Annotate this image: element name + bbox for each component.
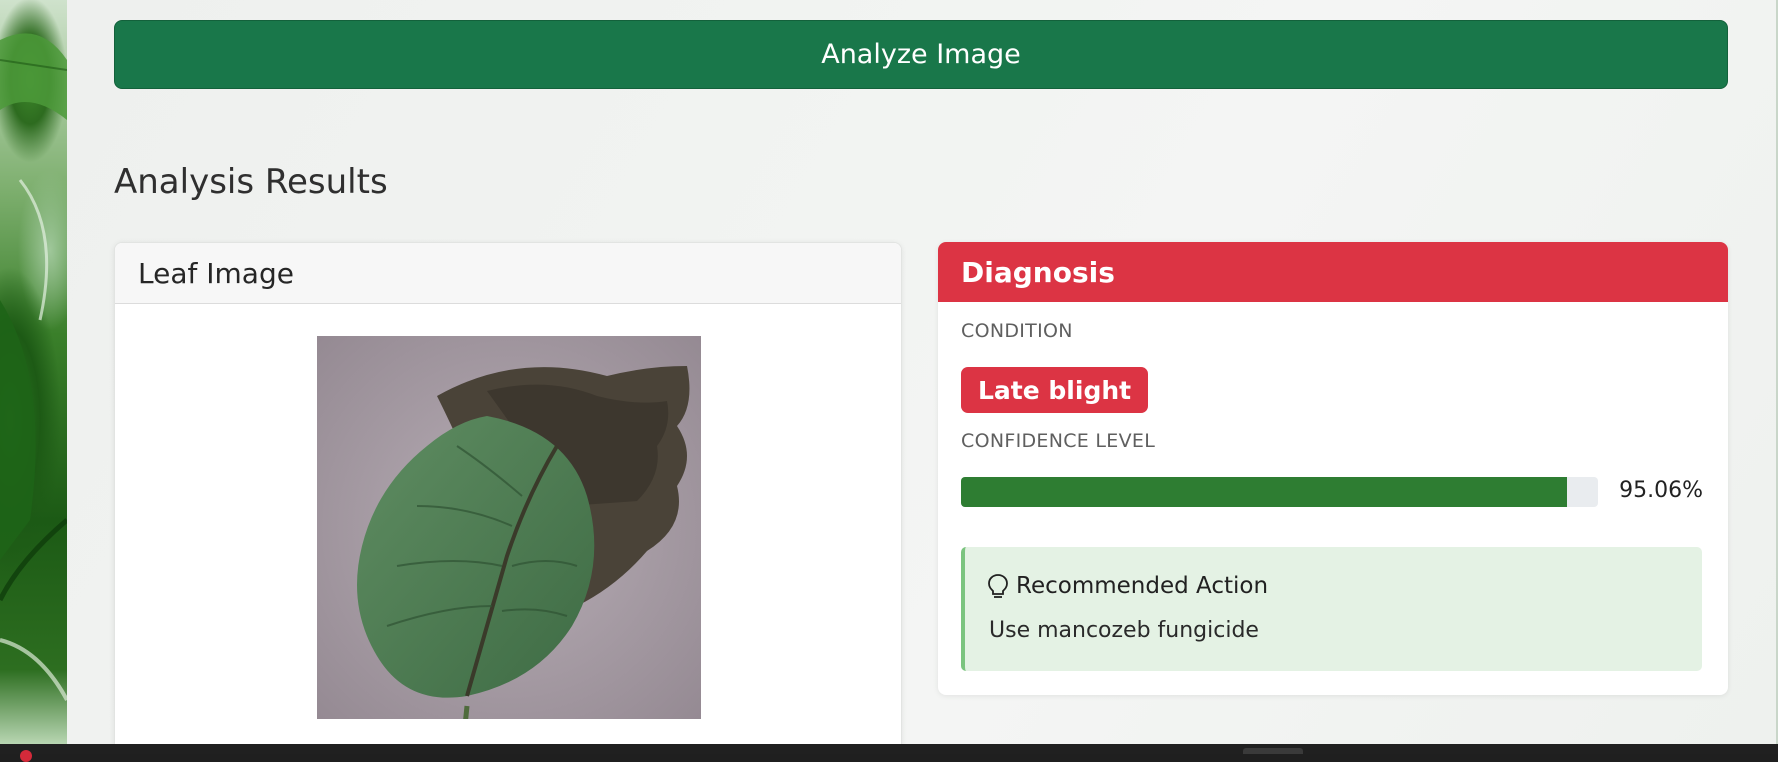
taskbar-window-button[interactable] <box>1243 748 1303 754</box>
leaf-background-art <box>0 33 67 701</box>
taskbar-app-icon[interactable] <box>20 750 32 762</box>
analysis-results-heading: Analysis Results <box>114 162 388 202</box>
leaf-image-card-title: Leaf Image <box>138 256 294 290</box>
recommended-action-title-row: Recommended Action <box>987 573 1268 599</box>
app-screen: Analyze Image Analysis Results Leaf Imag… <box>0 0 1778 744</box>
recommended-action-title: Recommended Action <box>1016 573 1269 599</box>
background-leaf-decoration <box>0 0 67 744</box>
lightbulb-icon <box>988 574 1008 598</box>
confidence-value: 95.06% <box>1619 478 1703 503</box>
diagnosis-card-title: Diagnosis <box>961 255 1115 289</box>
leaf-photo-art <box>317 336 701 727</box>
condition-label: CONDITION <box>961 320 1073 342</box>
leaf-image-card-header: Leaf Image <box>115 243 901 304</box>
analyze-image-button[interactable]: Analyze Image <box>114 20 1728 89</box>
diagnosis-card-header: Diagnosis <box>938 242 1728 302</box>
confidence-label: CONFIDENCE LEVEL <box>961 430 1156 452</box>
confidence-progress-fill <box>961 477 1567 507</box>
recommended-action-alert: Recommended Action Use mancozeb fungicid… <box>961 547 1702 671</box>
recommended-action-text: Use mancozeb fungicide <box>989 618 1259 643</box>
condition-badge: Late blight <box>961 367 1149 413</box>
confidence-progress-bar <box>961 477 1598 507</box>
analyze-image-button-label: Analyze Image <box>821 39 1021 70</box>
leaf-photo <box>317 336 701 727</box>
diagnosis-card: Diagnosis CONDITION Late blight CONFIDEN… <box>938 242 1728 695</box>
condition-value: Late blight <box>978 375 1132 405</box>
main-panel: Analyze Image Analysis Results Leaf Imag… <box>67 0 1776 744</box>
taskbar <box>0 744 1778 762</box>
leaf-image-card: Leaf Image <box>114 242 902 744</box>
